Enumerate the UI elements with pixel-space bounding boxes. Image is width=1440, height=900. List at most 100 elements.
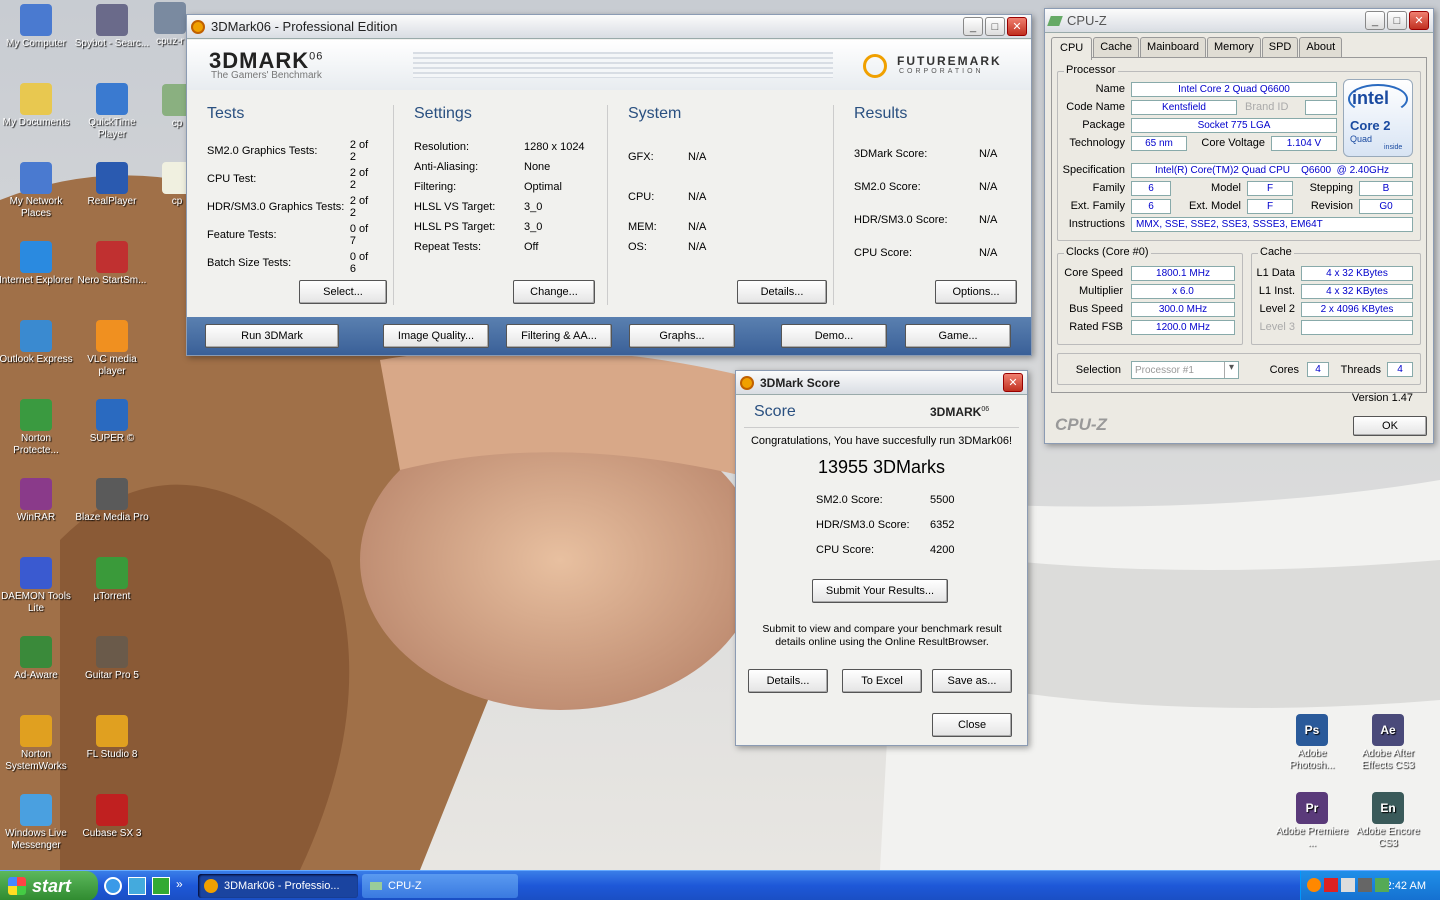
3dmark-titlebar[interactable]: 3DMark06 - Professional Edition _ □ ✕ (187, 15, 1031, 39)
desktop-icon[interactable]: WinRAR (0, 478, 74, 538)
row-label: 3DMark Score: (854, 147, 928, 160)
field-cores: 4 (1307, 362, 1329, 377)
row-label: CPU: (628, 191, 655, 203)
score-close-button[interactable]: Close (932, 713, 1012, 737)
label-technology: Technology (1069, 137, 1125, 149)
submit-results-button[interactable]: Submit Your Results... (812, 579, 948, 603)
cpuz-minimize-button[interactable]: _ (1365, 11, 1385, 30)
app-icon (96, 478, 128, 510)
details-button[interactable]: Details... (737, 280, 827, 304)
desktop-icon[interactable]: My Computer (0, 4, 74, 64)
save-as-button[interactable]: Save as... (932, 669, 1012, 693)
intel-core2-quad-logo: intel Core 2 Quad inside (1343, 79, 1413, 157)
row-value: N/A (688, 221, 707, 233)
desktop-icon[interactable]: En Adobe Encore CS3 (1350, 792, 1426, 852)
info-row: HDR/SM3.0 Graphics Tests: 2 of 2 (207, 193, 377, 221)
score-details-button[interactable]: Details... (748, 669, 828, 693)
desktop-icon[interactable]: Outlook Express (0, 320, 74, 380)
row-value: N/A (979, 180, 998, 193)
minimize-button[interactable]: _ (963, 17, 983, 36)
cpuz-window: CPU-Z _ □ ✕ CPU Cache Mainboard Memory SPD Abou… (1044, 8, 1434, 444)
app-icon (96, 241, 128, 273)
cpuz-close-button[interactable]: ✕ (1409, 11, 1429, 30)
desktop-icon[interactable]: Blaze Media Pro (74, 478, 150, 538)
desktop-icon-partial[interactable]: cpuz-r (150, 2, 190, 62)
field-core-speed: 1800.1 MHz (1131, 266, 1235, 281)
desktop-icon[interactable]: Pr Adobe Premiere ... (1274, 792, 1350, 852)
desktop-icon[interactable]: DAEMON Tools Lite (0, 557, 74, 617)
tests-section: Tests SM2.0 Graphics Tests: 2 of 2 CPU Test… (207, 105, 377, 305)
utorrent-quicklaunch-icon[interactable] (152, 877, 170, 895)
desktop-icon[interactable]: Norton Protecte... (0, 399, 74, 459)
desktop-icon[interactable]: Ad-Aware (0, 636, 74, 696)
desktop-quicklaunch-icon[interactable] (128, 877, 146, 895)
desktop-icon[interactable]: FL Studio 8 (74, 715, 150, 775)
image-quality-button[interactable]: Image Quality... (383, 324, 489, 348)
score-titlebar[interactable]: 3DMark Score ✕ (736, 371, 1027, 395)
cpuz-maximize-button[interactable]: □ (1387, 11, 1407, 30)
section-heading: Tests (207, 105, 245, 122)
desktop-icon[interactable]: QuickTime Player (74, 83, 150, 143)
start-button[interactable]: start (0, 871, 98, 900)
processor-select[interactable]: Processor #1 ▾ (1131, 361, 1239, 379)
chevron-down-icon[interactable]: ▾ (1224, 362, 1238, 378)
quicklaunch-more[interactable]: » (176, 877, 183, 895)
row-label: SM2.0 Score: (854, 180, 921, 193)
app-icon (20, 557, 52, 589)
desktop-icon[interactable]: Guitar Pro 5 (74, 636, 150, 696)
futuremark-icon (740, 375, 754, 390)
desktop-icon[interactable]: Ae Adobe After Effects CS3 (1350, 714, 1426, 774)
taskbar-3dmark[interactable]: 3DMark06 - Professio... (198, 874, 358, 898)
desktop-icon[interactable]: Ps Adobe Photosh... (1274, 714, 1350, 774)
app-icon (96, 399, 128, 431)
ie-quicklaunch-icon[interactable] (104, 877, 122, 895)
info-row: CPU Test: 2 of 2 (207, 165, 377, 193)
row-value: 3_0 (524, 201, 543, 213)
desktop-icon[interactable]: Internet Explorer (0, 241, 74, 301)
label-core-speed: Core Speed (1064, 267, 1123, 279)
desktop-icon[interactable]: Norton SystemWorks (0, 715, 74, 775)
system-section: System GFX: N/A CPU: N/A MEM: N/A OS: N/A (607, 105, 817, 305)
taskbar-cpuz[interactable]: CPU-Z (362, 874, 518, 898)
row-value: 2 of 2 (349, 195, 369, 219)
demo-button[interactable]: Demo... (781, 324, 887, 348)
field-rated-fsb: 1200.0 MHz (1131, 320, 1235, 335)
section-heading: Settings (414, 105, 472, 122)
game-button[interactable]: Game... (905, 324, 1011, 348)
score-close-x-button[interactable]: ✕ (1003, 373, 1023, 392)
desktop-icon[interactable]: SUPER © (74, 399, 150, 459)
app-icon: Ae (1372, 714, 1404, 746)
row-value: Optimal (524, 181, 562, 193)
desktop-icon[interactable]: My Documents (0, 83, 74, 143)
maximize-button[interactable]: □ (985, 17, 1005, 36)
row-label: OS: (628, 241, 647, 253)
close-button[interactable]: ✕ (1007, 17, 1027, 36)
change-button[interactable]: Change... (513, 280, 595, 304)
desktop-icon[interactable]: RealPlayer (74, 162, 150, 222)
run-3dmark-button[interactable]: Run 3DMark (205, 324, 339, 348)
filtering-aa-button[interactable]: Filtering & AA... (506, 324, 612, 348)
app-icon (20, 162, 52, 194)
tray-icons[interactable] (1307, 878, 1389, 892)
select-button[interactable]: Select... (299, 280, 387, 304)
label-model: Model (1211, 182, 1241, 194)
desktop-icon[interactable]: Windows Live Messenger (0, 794, 74, 854)
cpuz-titlebar[interactable]: CPU-Z _ □ ✕ (1045, 9, 1433, 33)
graphs-button[interactable]: Graphs... (629, 324, 735, 348)
field-level-3 (1301, 320, 1413, 335)
ok-button[interactable]: OK (1353, 416, 1427, 436)
desktop-icon[interactable]: Spybot - Searc... (74, 4, 150, 64)
info-row: HLSL VS Target: 3_0 (414, 197, 593, 217)
tab-cpu[interactable]: CPU (1051, 37, 1093, 60)
desktop-icon[interactable]: VLC media player (74, 320, 150, 380)
label-ext-model: Ext. Model (1189, 200, 1241, 212)
to-excel-button[interactable]: To Excel (842, 669, 922, 693)
desktop-icon[interactable]: Cubase SX 3 (74, 794, 150, 854)
desktop-icon[interactable]: My Network Places (0, 162, 74, 222)
score-logo: 3DMARK06 (930, 405, 990, 419)
field-l1-data: 4 x 32 KBytes (1301, 266, 1413, 281)
desktop-icon[interactable]: Nero StartSm... (74, 241, 150, 301)
cpuz-icon (1047, 15, 1063, 26)
desktop-icon[interactable]: µTorrent (74, 557, 150, 617)
options-button[interactable]: Options... (935, 280, 1017, 304)
